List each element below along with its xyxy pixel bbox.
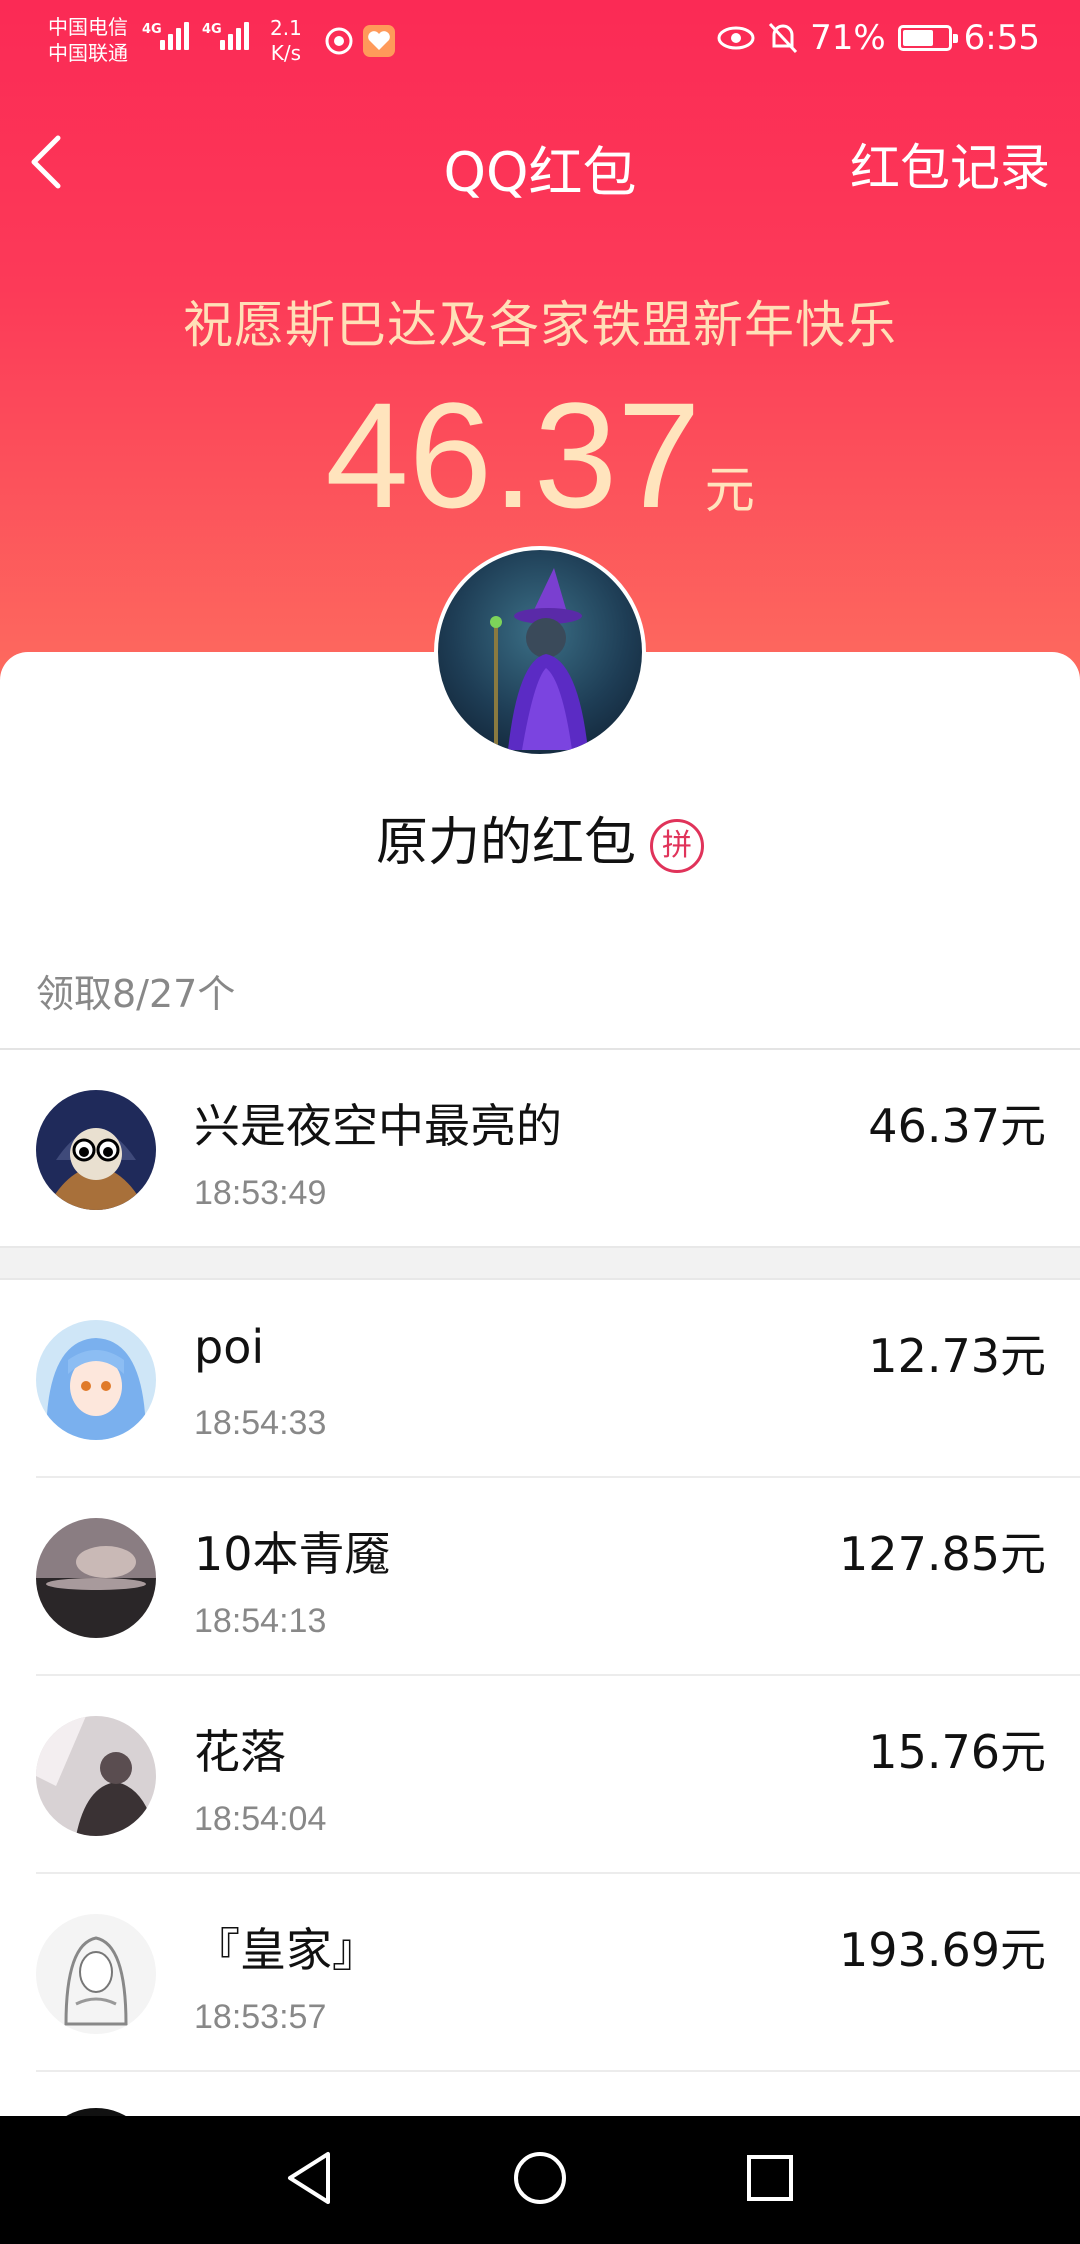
avatar-image — [36, 1090, 156, 1210]
avatar[interactable] — [36, 1914, 156, 2034]
system-navigation-bar — [0, 2116, 1080, 2244]
back-triangle-icon[interactable] — [280, 2146, 340, 2210]
eye-icon — [717, 26, 755, 50]
claim-amount: 12.73元 — [868, 1329, 1046, 1383]
claim-time: 18:53:49 — [194, 1174, 327, 1212]
section-gap — [0, 1246, 1080, 1280]
sender-title: 原力的红包拼 — [0, 800, 1080, 875]
app-notification-icon — [325, 27, 353, 55]
avatar-image — [36, 1914, 156, 2034]
battery-icon — [897, 25, 958, 51]
recents-square-icon[interactable] — [740, 2146, 800, 2210]
recipient-name: 兴是夜空中最亮的 — [194, 1099, 562, 1153]
home-circle-icon[interactable] — [510, 2146, 570, 2210]
recipient-name: 花落 — [194, 1725, 286, 1779]
red-packet-record-button[interactable]: 红包记录 — [850, 128, 1050, 200]
sender-avatar[interactable] — [434, 546, 646, 758]
claim-amount: 127.85元 — [839, 1527, 1046, 1581]
received-amount: 46.37元 — [0, 370, 1080, 540]
speed-unit: K/s — [270, 41, 302, 65]
network-tag-2: 4G — [202, 22, 222, 37]
claim-amount: 15.76元 — [868, 1725, 1046, 1779]
avatar[interactable] — [36, 1716, 156, 1836]
list-item[interactable]: 10本青魇 18:54:13 127.85元 — [0, 1478, 1080, 1676]
battery-percent: 71% — [810, 18, 886, 58]
group-packet-badge: 拼 — [650, 819, 704, 873]
status-right: 71% 6:55 — [716, 18, 1040, 58]
recipient-name: poi — [194, 1320, 265, 1374]
claimed-count: 领取8/27个 — [36, 972, 236, 1016]
claim-amount: 193.69元 — [839, 1923, 1046, 1977]
avatar-image — [36, 1716, 156, 1836]
carrier-1: 中国电信 — [48, 15, 128, 39]
greeting-message: 祝愿斯巴达及各家铁盟新年快乐 — [183, 296, 897, 354]
speed-value: 2.1 — [270, 16, 302, 40]
claim-time: 18:54:33 — [194, 1404, 327, 1442]
list-item[interactable]: 兴是夜空中最亮的 18:53:49 46.37元 — [0, 1050, 1080, 1248]
carrier-labels: 中国电信 中国联通 — [48, 14, 128, 66]
bell-off-icon — [768, 22, 798, 54]
claim-amount: 46.37元 — [868, 1099, 1046, 1153]
recipient-name: 『皇家』 — [194, 1923, 378, 1977]
claim-time: 18:54:13 — [194, 1602, 327, 1640]
clock: 6:55 — [963, 18, 1040, 58]
avatar-image — [36, 1320, 156, 1440]
carrier-2: 中国联通 — [48, 41, 128, 65]
list-item[interactable]: 花落 18:54:04 15.76元 — [0, 1676, 1080, 1874]
battery-fill — [902, 30, 933, 46]
battery-tip — [952, 34, 958, 43]
status-bar: 中国电信 中国联通 4G 4G 2.1 K/s 71% 6:55 — [0, 0, 1080, 82]
amount-value: 46.37 — [325, 371, 701, 539]
claim-time: 18:54:04 — [194, 1800, 327, 1838]
sender-name: 原力的红包 — [375, 813, 636, 873]
avatar[interactable] — [36, 1320, 156, 1440]
avatar[interactable] — [36, 1518, 156, 1638]
wizard-avatar-image — [490, 568, 588, 750]
list-item[interactable]: poi 18:54:33 12.73元 — [0, 1280, 1080, 1478]
claim-time: 18:53:57 — [194, 1998, 327, 2036]
network-tag-1: 4G — [142, 22, 162, 37]
health-app-icon — [363, 25, 395, 57]
signal-icon — [220, 22, 252, 58]
recipient-name: 10本青魇 — [194, 1527, 391, 1581]
avatar-image — [36, 1518, 156, 1638]
signal-icon — [160, 22, 192, 58]
amount-unit: 元 — [704, 461, 755, 519]
list-item[interactable]: 『皇家』 18:53:57 193.69元 — [0, 1874, 1080, 2072]
avatar[interactable] — [36, 1090, 156, 1210]
network-speed: 2.1 K/s — [270, 16, 302, 66]
